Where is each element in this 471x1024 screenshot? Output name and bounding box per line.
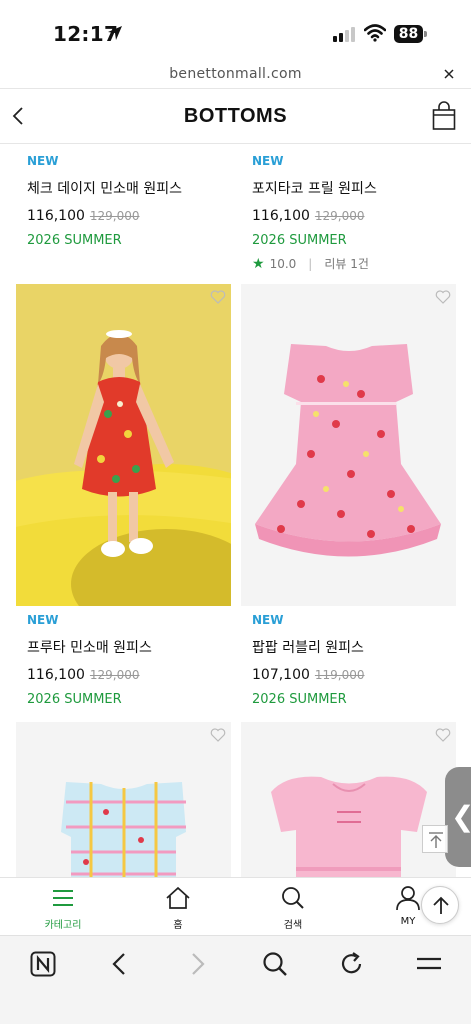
nav-label: 홈 [173,920,183,931]
product-image[interactable] [16,722,231,882]
page-title: BOTTOMS [183,105,288,127]
new-badge: NEW [27,154,59,168]
product-card[interactable]: NEW 팝팝 러블리 원피스 107,100 119,000 2026 SUMME… [252,613,467,707]
price-row: 116,100 129,000 [27,208,242,224]
shopping-bag-icon[interactable] [432,101,456,131]
product-name[interactable]: 팝팝 러블리 원피스 [252,637,467,657]
season-label: 2026 SUMMER [252,692,347,707]
sale-price: 116,100 [27,667,85,683]
heart-icon[interactable] [435,290,451,304]
naver-n-icon[interactable] [30,951,56,977]
close-icon[interactable] [443,68,455,80]
nav-search[interactable]: 검색 [263,886,323,931]
user-icon [396,886,420,911]
chevron-left-icon: ❮ [451,803,471,831]
refresh-icon[interactable] [340,951,364,977]
battery-tip [424,31,427,37]
product-name[interactable]: 체크 데이지 민소매 원피스 [27,178,242,198]
sale-price: 107,100 [252,667,310,683]
original-price: 129,000 [314,209,365,223]
search-icon [282,887,304,909]
product-image[interactable] [241,284,456,606]
sale-price: 116,100 [252,208,310,224]
location-arrow-icon [108,26,122,40]
hamburger-menu-icon[interactable] [416,951,442,977]
product-name[interactable]: 포지타코 프릴 원피스 [252,178,467,198]
scroll-to-top-button[interactable] [421,886,459,924]
heart-icon[interactable] [210,728,226,742]
new-badge: NEW [252,154,284,168]
rating-value: 10.0 [269,256,297,271]
product-card[interactable]: NEW 프루타 민소매 원피스 116,100 129,000 2026 SUMM… [27,613,242,707]
cellular-signal-icon [333,26,355,42]
nav-label: 검색 [283,920,303,931]
original-price: 129,000 [89,209,140,223]
wifi-icon [364,24,386,42]
nav-label: 카테고리 [44,920,82,931]
price-row: 116,100 129,000 [252,208,467,224]
new-badge: NEW [252,613,284,627]
bottom-navigation: 카테고리 홈 검색 MY [0,877,471,935]
price-row: 107,100 119,000 [252,667,467,683]
heart-icon[interactable] [435,728,451,742]
browser-toolbar [0,935,471,1024]
browser-back-icon[interactable] [109,951,129,977]
scroll-top-square-button[interactable] [422,825,448,853]
product-image[interactable] [241,722,456,882]
arrow-up-bar-icon [429,832,443,848]
new-badge: NEW [27,613,59,627]
status-bar: 12:17 88 [0,0,471,62]
pink-puff-dress-photo [241,722,456,882]
heart-icon[interactable] [210,290,226,304]
season-label: 2026 SUMMER [27,233,122,248]
original-price: 129,000 [89,668,140,682]
browser-url-bar: benettonmall.com [0,62,471,88]
nav-home[interactable]: 홈 [148,886,208,931]
menu-icon [53,890,73,906]
battery-icon: 88 [394,25,423,43]
product-card[interactable]: NEW 체크 데이지 민소매 원피스 116,100 129,000 2026 S… [27,154,242,248]
girl-on-yellow-sculpture-photo [16,284,231,606]
page-url[interactable]: benettonmall.com [0,66,471,82]
plaid-dress-photo [16,722,231,882]
divider: | [308,256,313,271]
price-row: 116,100 129,000 [27,667,242,683]
review-summary[interactable]: ★ 10.0 | 리뷰 1건 [252,255,467,272]
product-card[interactable]: NEW 포지타코 프릴 원피스 116,100 129,000 2026 SUMM… [252,154,467,272]
browser-forward-icon[interactable] [188,951,208,977]
star-icon: ★ [252,255,265,272]
product-name[interactable]: 프루타 민소매 원피스 [27,637,242,657]
review-count: 리뷰 1건 [324,257,369,271]
season-label: 2026 SUMMER [252,233,347,248]
original-price: 119,000 [314,668,365,682]
arrow-up-icon [433,896,449,914]
home-icon [166,886,190,909]
browser-search-icon[interactable] [262,951,288,977]
pink-dress-photo [241,284,456,606]
nav-category[interactable]: 카테고리 [33,886,93,931]
product-image[interactable] [16,284,231,606]
season-label: 2026 SUMMER [27,692,122,707]
sale-price: 116,100 [27,208,85,224]
page-header: BOTTOMS [0,88,471,144]
